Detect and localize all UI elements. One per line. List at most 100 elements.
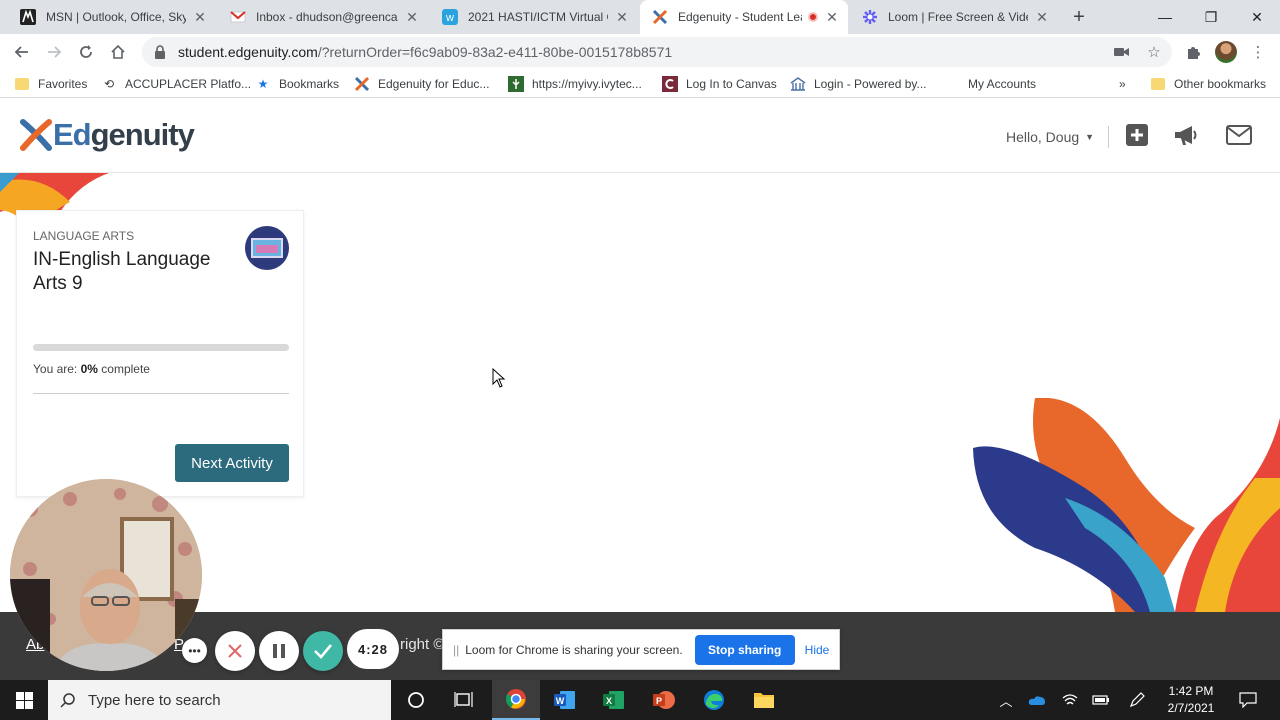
bookmark-my-accounts[interactable]: My Accounts: [968, 76, 1036, 92]
taskbar-search-box[interactable]: Type here to search: [48, 680, 391, 720]
clock-time: 1:42 PM: [1168, 684, 1214, 698]
site-header: Edgenuity Hello, Doug ▼: [0, 98, 1280, 173]
course-title[interactable]: IN-English Language Arts 9: [33, 248, 233, 296]
logo-text-suffix: genuity: [90, 117, 195, 152]
chrome-taskbar-icon[interactable]: [492, 680, 540, 720]
reload-button[interactable]: [74, 40, 98, 64]
progress-prefix: You are:: [33, 362, 81, 376]
loom-more-button[interactable]: •••: [182, 638, 207, 663]
close-window-button[interactable]: ✕: [1234, 0, 1280, 34]
bookmark-myivy[interactable]: https://myivy.ivytec...: [508, 76, 642, 92]
wifi-icon[interactable]: [1060, 690, 1080, 710]
file-explorer-icon[interactable]: [740, 680, 788, 720]
decorative-swirl-bottomright: [973, 398, 1280, 612]
search-icon: [60, 693, 75, 708]
bookmark-label: Log In to Canvas: [686, 77, 777, 91]
tab-msn[interactable]: MSN | Outlook, Office, Skype ✕: [8, 0, 216, 34]
camera-icon[interactable]: [1112, 42, 1132, 62]
search-placeholder: Type here to search: [88, 691, 221, 709]
home-button[interactable]: [106, 40, 130, 64]
bookmark-label: Favorites: [38, 77, 88, 91]
add-icon[interactable]: [1124, 123, 1150, 147]
progress-suffix: complete: [97, 362, 150, 376]
loom-finish-button[interactable]: [303, 631, 343, 671]
stop-sharing-button[interactable]: Stop sharing: [694, 634, 795, 665]
bookmark-label: Bookmarks: [279, 77, 340, 91]
tab-loom[interactable]: Loom | Free Screen & Video ✕: [850, 0, 1058, 34]
edgenuity-icon: [652, 9, 668, 25]
star-icon[interactable]: ☆: [1144, 42, 1164, 62]
header-divider: [1108, 126, 1109, 148]
close-icon[interactable]: ✕: [824, 9, 840, 25]
onedrive-icon[interactable]: [1027, 690, 1047, 710]
cortana-icon[interactable]: [392, 680, 440, 720]
extensions-icon[interactable]: [1183, 42, 1203, 62]
restore-button[interactable]: ❐: [1188, 0, 1234, 34]
task-view-icon[interactable]: [440, 680, 488, 720]
word-icon[interactable]: W: [541, 680, 589, 720]
tab-edgenuity[interactable]: Edgenuity - Student Learning ✕: [640, 0, 848, 34]
bookmark-label: Login - Powered by...: [814, 77, 927, 91]
bookmark-login-powered[interactable]: Login - Powered by...: [790, 76, 927, 92]
tab-hasti[interactable]: w 2021 HASTI/ICTM Virtual Conference ✕: [430, 0, 638, 34]
chevron-up-icon[interactable]: ︿: [996, 690, 1016, 710]
svg-text:W: W: [556, 696, 565, 706]
notifications-icon[interactable]: [1238, 690, 1258, 710]
bookmark-canvas[interactable]: Log In to Canvas: [662, 76, 777, 92]
greeting-text: Hello, Doug: [1006, 129, 1080, 145]
card-divider: [33, 393, 289, 394]
user-menu[interactable]: Hello, Doug ▼: [1006, 129, 1094, 145]
accuplacer-icon: ⟲: [103, 77, 115, 91]
bookmark-edgenuity-educators[interactable]: Edgenuity for Educ...: [354, 76, 489, 92]
menu-kebab-icon[interactable]: ⋮: [1248, 42, 1268, 62]
canvas-icon: [662, 76, 678, 92]
loom-icon: [863, 10, 877, 24]
profile-avatar[interactable]: [1215, 41, 1237, 63]
new-tab-button[interactable]: +: [1068, 6, 1090, 28]
bookmark-other[interactable]: Other bookmarks: [1150, 76, 1266, 92]
hide-button[interactable]: Hide: [805, 643, 830, 657]
logo-text-prefix: Ed: [53, 117, 92, 152]
pen-icon[interactable]: [1127, 690, 1147, 710]
next-activity-button[interactable]: Next Activity: [175, 444, 289, 482]
back-button[interactable]: [10, 40, 34, 64]
chevron-double-right-icon: »: [1119, 77, 1126, 91]
taskbar-clock[interactable]: 1:42 PM 2/7/2021: [1160, 683, 1222, 717]
tab-title: Edgenuity - Student Learning: [678, 10, 802, 24]
tab-title: MSN | Outlook, Office, Skype: [46, 10, 186, 24]
megaphone-icon[interactable]: [1173, 123, 1199, 147]
edge-icon[interactable]: [690, 680, 738, 720]
tab-gmail[interactable]: Inbox - dhudson@greencastle ✕: [218, 0, 428, 34]
powerpoint-icon[interactable]: P: [640, 680, 688, 720]
minimize-button[interactable]: —: [1142, 0, 1188, 34]
close-icon[interactable]: ✕: [192, 9, 208, 25]
loom-camera-bubble[interactable]: [10, 479, 202, 671]
close-icon[interactable]: ✕: [404, 9, 420, 25]
svg-text:w: w: [445, 12, 454, 24]
windows-logo-icon: [15, 691, 33, 709]
edgenuity-logo[interactable]: Edgenuity: [20, 117, 195, 153]
forward-button[interactable]: [42, 40, 66, 64]
address-bar[interactable]: student.edgenuity.com/?returnOrder=f6c9a…: [142, 37, 1172, 67]
windows-taskbar: Type here to search W X P ︿ 1:42 PM 2/7/…: [0, 680, 1280, 720]
battery-icon[interactable]: [1091, 690, 1111, 710]
tab-title: Loom | Free Screen & Video: [888, 10, 1028, 24]
bookmark-favorites[interactable]: Favorites: [14, 76, 87, 92]
bookmark-label: https://myivy.ivytec...: [532, 77, 642, 91]
bookmarks-overflow-button[interactable]: »: [1119, 76, 1126, 92]
loom-pause-button[interactable]: [259, 631, 299, 671]
url-path: /?returnOrder=f6c9ab09-83a2-e411-80be-00…: [317, 44, 673, 60]
excel-icon[interactable]: X: [590, 680, 638, 720]
mail-icon[interactable]: [1226, 123, 1252, 147]
ivytech-icon: [508, 76, 524, 92]
drag-handle-icon[interactable]: ||: [453, 643, 459, 657]
bookmark-accuplacer[interactable]: ⟲ ACCUPLACER Platfo...: [101, 76, 251, 92]
loom-cancel-button[interactable]: [215, 631, 255, 671]
browser-toolbar: student.edgenuity.com/?returnOrder=f6c9a…: [0, 34, 1280, 70]
clock-date: 2/7/2021: [1167, 701, 1215, 715]
windows-start-button[interactable]: [0, 680, 48, 720]
url-host: student.edgenuity.com: [178, 44, 318, 60]
close-icon[interactable]: ✕: [1034, 9, 1050, 25]
bookmark-bookmarks[interactable]: ★ Bookmarks: [255, 76, 339, 92]
close-icon[interactable]: ✕: [614, 9, 630, 25]
